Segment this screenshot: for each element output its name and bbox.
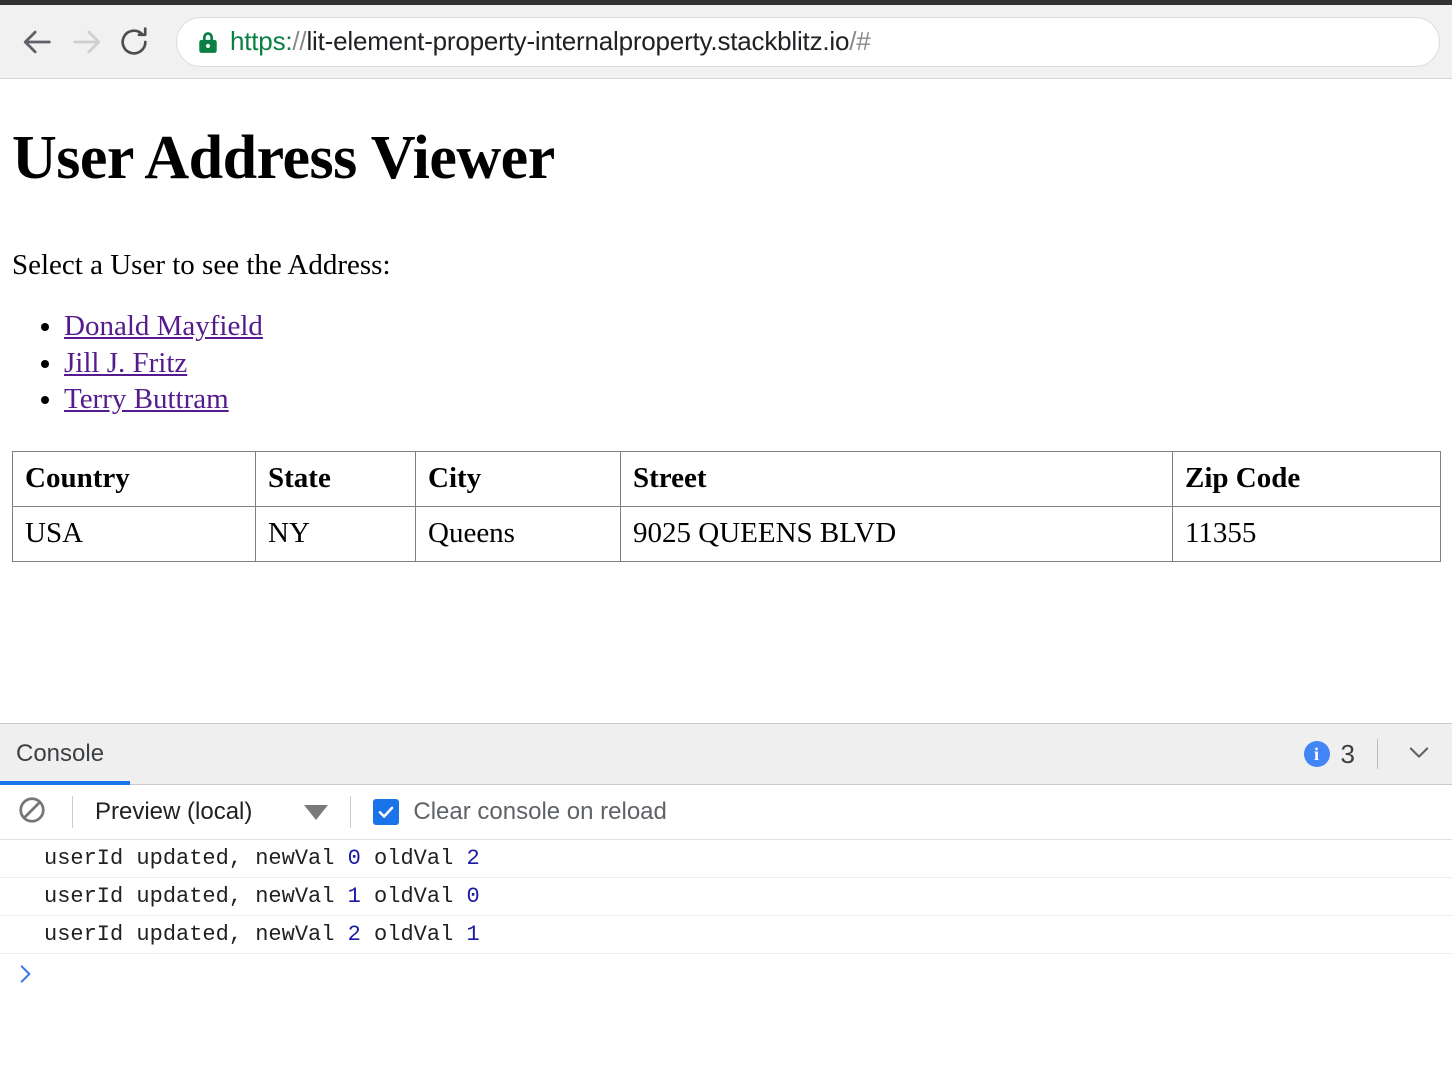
reload-icon	[118, 26, 150, 58]
lock-icon[interactable]	[197, 30, 219, 54]
log-new-value: 2	[347, 922, 361, 947]
log-message-mid: oldVal	[360, 922, 467, 947]
log-message-mid: oldVal	[360, 884, 467, 909]
table-header-row: Country State City Street Zip Code	[12, 450, 1441, 507]
log-new-value: 0	[347, 846, 361, 871]
user-link-terry-buttram[interactable]: Terry Buttram	[64, 383, 229, 415]
column-header-street: Street	[620, 450, 1173, 507]
triangle-down-icon	[304, 804, 329, 820]
console-input-row[interactable]	[0, 954, 1452, 998]
list-item: Donald Mayfield	[64, 308, 1440, 345]
cell-country: USA	[12, 505, 256, 562]
context-selector[interactable]: Preview (local)	[95, 798, 329, 826]
page-content: User Address Viewer Select a User to see…	[0, 79, 1452, 717]
address-table: Country State City Street Zip Code USA N…	[12, 450, 1441, 562]
log-old-value: 1	[466, 922, 480, 947]
log-message-prefix: userId updated, newVal	[44, 922, 348, 947]
collapse-console-button[interactable]	[1400, 735, 1438, 773]
log-message-mid: oldVal	[360, 846, 467, 871]
chevron-right-icon	[12, 961, 38, 992]
column-header-zip-code: Zip Code	[1172, 450, 1441, 507]
log-old-value: 0	[466, 884, 480, 909]
browser-toolbar: https://lit-element-property-internalpro…	[0, 5, 1452, 79]
user-link-jill-j-fritz[interactable]: Jill J. Fritz	[64, 347, 187, 379]
console-log-list[interactable]: userId updated, newVal 0 oldVal 2 userId…	[0, 840, 1452, 1066]
back-button[interactable]	[14, 18, 62, 66]
console-toolbar: Preview (local) Clear console on reload	[0, 785, 1452, 840]
log-message-prefix: userId updated, newVal	[44, 846, 348, 871]
console-log-row[interactable]: userId updated, newVal 1 oldVal 0	[0, 878, 1452, 916]
url-text: https://lit-element-property-internalpro…	[230, 26, 871, 57]
url-path: /#	[849, 26, 871, 56]
info-count: 3	[1340, 738, 1355, 769]
table-row: USA NY Queens 9025 QUEENS BLVD 11355	[12, 505, 1441, 562]
checkbox-checked-icon	[373, 799, 400, 825]
url-scheme: https:	[230, 26, 293, 56]
cell-street: 9025 QUEENS BLVD	[620, 505, 1173, 562]
log-new-value: 1	[347, 884, 361, 909]
url-host: lit-element-property-internalproperty.st…	[306, 26, 850, 56]
url-separator: //	[292, 26, 307, 56]
forward-button	[62, 18, 110, 66]
select-user-prompt: Select a User to see the Address:	[12, 249, 391, 282]
cell-city: Queens	[415, 505, 621, 562]
console-tabbar: Console i 3	[0, 724, 1452, 785]
console-log-row[interactable]: userId updated, newVal 2 oldVal 1	[0, 916, 1452, 954]
context-selector-label: Preview (local)	[95, 798, 253, 825]
block-icon	[17, 795, 47, 830]
column-header-state: State	[255, 450, 416, 507]
divider	[1377, 739, 1378, 769]
console-status-group: i 3	[1303, 735, 1452, 773]
page-title: User Address Viewer	[12, 124, 555, 192]
tab-console-label: Console	[16, 740, 105, 767]
column-header-country: Country	[12, 450, 256, 507]
arrow-right-icon	[69, 25, 103, 59]
list-item: Jill J. Fritz	[64, 345, 1440, 382]
chevron-down-icon	[1405, 738, 1433, 771]
user-link-donald-mayfield[interactable]: Donald Mayfield	[64, 310, 263, 342]
divider	[72, 796, 73, 828]
log-old-value: 2	[466, 846, 480, 871]
cell-state: NY	[255, 505, 416, 562]
clear-console-button[interactable]	[14, 794, 50, 830]
console-log-row[interactable]: userId updated, newVal 0 oldVal 2	[0, 840, 1452, 878]
arrow-left-icon	[21, 25, 55, 59]
clear-console-on-reload-checkbox[interactable]: Clear console on reload	[373, 798, 667, 826]
divider	[350, 796, 352, 828]
log-message-prefix: userId updated, newVal	[44, 884, 348, 909]
list-item: Terry Buttram	[64, 381, 1440, 418]
user-list: Donald Mayfield Jill J. Fritz Terry Butt…	[12, 282, 1440, 418]
reload-button[interactable]	[110, 18, 158, 66]
cell-zip-code: 11355	[1172, 505, 1441, 562]
clear-console-on-reload-label: Clear console on reload	[413, 798, 667, 825]
tab-console[interactable]: Console	[0, 724, 131, 785]
console-panel: Console i 3 Preview (local) Clear consol…	[0, 723, 1452, 1066]
column-header-city: City	[415, 450, 621, 507]
address-bar[interactable]: https://lit-element-property-internalpro…	[176, 16, 1440, 67]
info-badge-icon[interactable]: i	[1303, 741, 1330, 767]
